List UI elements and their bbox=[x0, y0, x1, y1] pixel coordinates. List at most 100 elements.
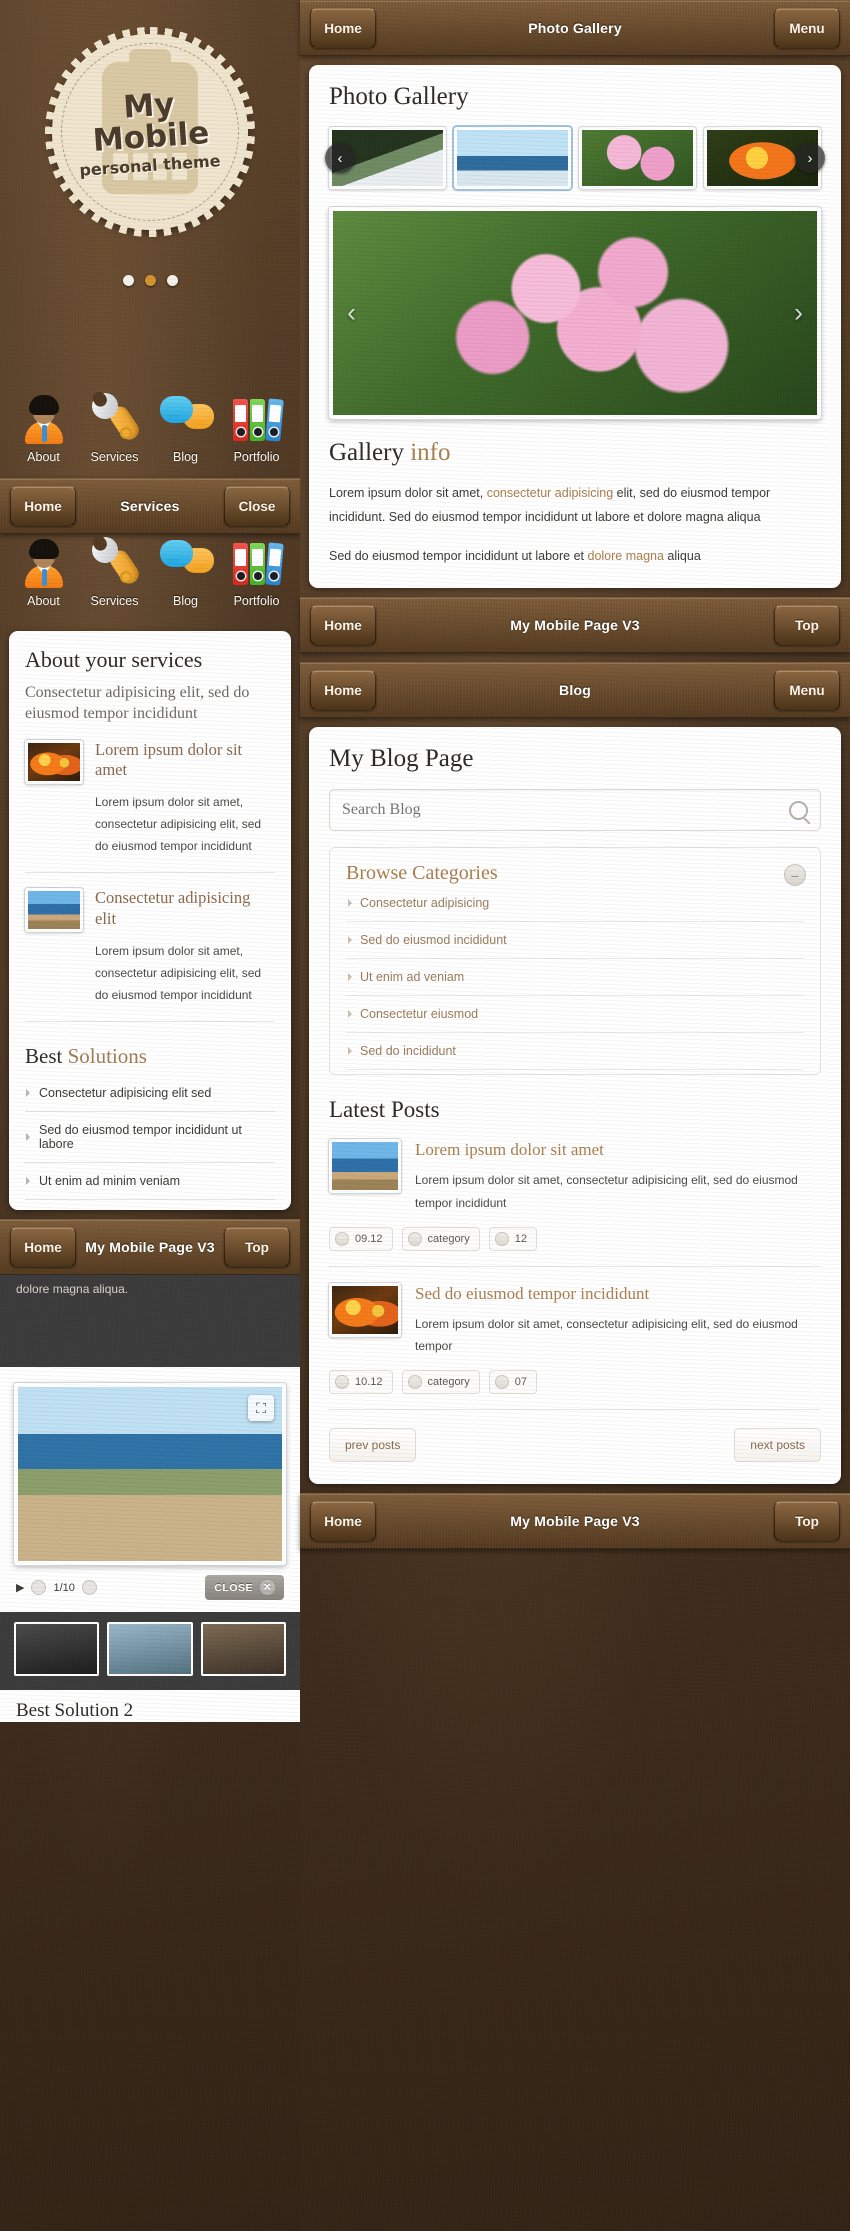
lightbox-viewer: ⛶ ▶ 1/10 CLOSE ✕ bbox=[0, 1367, 300, 1613]
close-icon: ✕ bbox=[260, 1580, 275, 1596]
comments-badge[interactable]: 12 bbox=[488, 1226, 537, 1251]
list-item[interactable]: Sed do eiusmod tempor incididunt ut labo… bbox=[25, 1112, 275, 1164]
category-label: category bbox=[427, 1376, 470, 1389]
service-item[interactable]: Lorem ipsum dolor sit amet Lorem ipsum d… bbox=[25, 725, 275, 874]
home-button[interactable]: Home bbox=[10, 486, 76, 526]
gallery-word: Gallery bbox=[329, 439, 404, 466]
lightbox-controls: ▶ 1/10 CLOSE ✕ bbox=[14, 1565, 286, 1604]
icon-item-about[interactable]: About bbox=[11, 534, 77, 608]
home-button[interactable]: Home bbox=[310, 670, 376, 711]
hero-next-icon[interactable]: › bbox=[794, 298, 803, 329]
icon-label: Services bbox=[90, 450, 139, 464]
menu-button[interactable]: Menu bbox=[774, 8, 840, 48]
home-button[interactable]: Home bbox=[310, 605, 376, 646]
list-item[interactable]: Ut enim ad minim veniam bbox=[25, 1163, 275, 1201]
prev-arrow-icon[interactable]: ‹ bbox=[325, 143, 355, 173]
top-button[interactable]: Top bbox=[224, 1227, 290, 1268]
flower-thumbnail bbox=[25, 739, 83, 784]
post-item[interactable]: Lorem ipsum dolor sit amet Lorem ipsum d… bbox=[329, 1123, 821, 1214]
blog-title: My Blog Page bbox=[329, 745, 474, 773]
dot-1[interactable] bbox=[122, 275, 134, 286]
icon-label: About bbox=[27, 450, 60, 464]
hero-prev-icon[interactable]: ‹ bbox=[347, 298, 356, 329]
gallery-thumb-sailboat[interactable] bbox=[454, 127, 571, 189]
home-button[interactable]: Home bbox=[310, 8, 376, 48]
icon-item-portfolio[interactable]: Portfolio bbox=[224, 390, 290, 464]
lightbox-photo[interactable]: ⛶ bbox=[14, 1383, 286, 1566]
right-column: Photo Gallery Home Menu Photo Gallery ‹ … bbox=[300, 0, 850, 2231]
category-badge[interactable]: category bbox=[401, 1226, 480, 1251]
icon-item-blog[interactable]: Blog bbox=[153, 390, 219, 464]
gallery-paragraph-2: Sed do eiusmod tempor incididunt ut labo… bbox=[329, 544, 821, 568]
top-button[interactable]: Top bbox=[774, 605, 840, 646]
home-button[interactable]: Home bbox=[10, 1227, 76, 1268]
expand-icon[interactable]: ⛶ bbox=[248, 1395, 274, 1422]
next-icon[interactable] bbox=[81, 1580, 97, 1596]
user-icon bbox=[16, 534, 72, 588]
comments-badge[interactable]: 07 bbox=[488, 1370, 537, 1395]
date-badge[interactable]: 09.12 bbox=[329, 1226, 393, 1251]
date-label: 10.12 bbox=[355, 1376, 383, 1389]
carousel-dots[interactable] bbox=[0, 275, 300, 286]
icon-item-portfolio[interactable]: Portfolio bbox=[224, 534, 290, 608]
panel-lead: Consectetur adipisicing elit, sed do eiu… bbox=[25, 684, 250, 723]
lightbox-section: dolore magna aliqua. ⛶ ▶ 1/10 CLOSE ✕ Be… bbox=[0, 1275, 300, 1723]
icon-item-blog[interactable]: Blog bbox=[153, 534, 219, 608]
text-part: Lorem ipsum dolor sit amet, bbox=[329, 486, 487, 500]
post-title[interactable]: Sed do eiusmod tempor incididunt bbox=[415, 1283, 821, 1304]
highlight-link[interactable]: consectetur adipisicing bbox=[487, 486, 613, 500]
top-button[interactable]: Top bbox=[774, 1501, 840, 1542]
gallery-hero-image[interactable]: ‹ › bbox=[329, 207, 821, 419]
comment-icon bbox=[494, 1231, 509, 1246]
home-button[interactable]: Home bbox=[310, 1501, 376, 1542]
badge-text: My Mobile personal theme bbox=[62, 86, 238, 180]
playback-controls[interactable]: ▶ 1/10 bbox=[16, 1580, 97, 1596]
category-item[interactable]: Sed do eiusmod incididunt bbox=[346, 922, 804, 960]
search-box[interactable] bbox=[329, 789, 821, 832]
close-button[interactable]: CLOSE ✕ bbox=[205, 1575, 284, 1601]
post-title[interactable]: Lorem ipsum dolor sit amet bbox=[415, 1139, 821, 1160]
gallery-thumb-pink-flowers[interactable] bbox=[579, 127, 696, 189]
best-solutions-heading: Best Solutions bbox=[25, 1044, 275, 1069]
navbar-title: My Mobile Page V3 bbox=[510, 1513, 640, 1530]
minimize-icon[interactable]: – bbox=[784, 864, 806, 887]
service-title[interactable]: Lorem ipsum dolor sit amet bbox=[95, 740, 275, 781]
service-item[interactable]: Consectetur adipisicing elit Lorem ipsum… bbox=[25, 873, 275, 1023]
post-item[interactable]: Sed do eiusmod tempor incididunt Lorem i… bbox=[329, 1267, 821, 1358]
prev-posts-button[interactable]: prev posts bbox=[329, 1428, 417, 1463]
icon-item-about[interactable]: About bbox=[11, 390, 77, 464]
menu-button[interactable]: Menu bbox=[774, 670, 840, 711]
icon-item-services[interactable]: Services bbox=[82, 531, 148, 608]
logo-badge: My Mobile personal theme bbox=[45, 27, 255, 237]
strip-thumb[interactable] bbox=[200, 1622, 286, 1677]
play-icon[interactable]: ▶ bbox=[16, 1581, 24, 1594]
dot-2-active[interactable] bbox=[144, 275, 156, 286]
category-item[interactable]: Ut enim ad veniam bbox=[346, 959, 804, 997]
list-item[interactable]: Consectetur adipisicing elit sed bbox=[25, 1075, 275, 1113]
close-label: CLOSE bbox=[214, 1581, 253, 1594]
highlight-link[interactable]: dolore magna bbox=[588, 549, 664, 563]
dot-3[interactable] bbox=[166, 275, 178, 286]
strip-thumb[interactable] bbox=[107, 1622, 193, 1677]
strip-thumb[interactable] bbox=[14, 1622, 100, 1677]
panel-title: About your services bbox=[25, 647, 203, 672]
icon-item-services[interactable]: Services bbox=[82, 387, 148, 464]
search-input[interactable] bbox=[342, 801, 789, 820]
next-arrow-icon[interactable]: › bbox=[795, 143, 825, 173]
bottom-heading: Best Solution 2 bbox=[0, 1690, 300, 1723]
category-label: category bbox=[427, 1232, 470, 1245]
category-badge[interactable]: category bbox=[401, 1370, 480, 1395]
search-icon[interactable] bbox=[789, 800, 808, 820]
category-item[interactable]: Consectetur eiusmod bbox=[346, 996, 804, 1034]
prev-icon[interactable] bbox=[31, 1580, 47, 1596]
calendar-icon bbox=[335, 1231, 349, 1246]
next-posts-button[interactable]: next posts bbox=[734, 1428, 821, 1463]
service-title[interactable]: Consectetur adipisicing elit bbox=[95, 888, 275, 929]
latest-posts-title: Latest Posts bbox=[329, 1097, 440, 1123]
date-badge[interactable]: 10.12 bbox=[329, 1370, 393, 1395]
category-item[interactable]: Sed do incididunt bbox=[346, 1033, 804, 1071]
icon-label: Blog bbox=[172, 594, 199, 608]
badge-title: My Mobile bbox=[91, 85, 211, 159]
close-button[interactable]: Close bbox=[224, 486, 290, 526]
category-item[interactable]: Consectetur adipisicing bbox=[346, 885, 804, 923]
